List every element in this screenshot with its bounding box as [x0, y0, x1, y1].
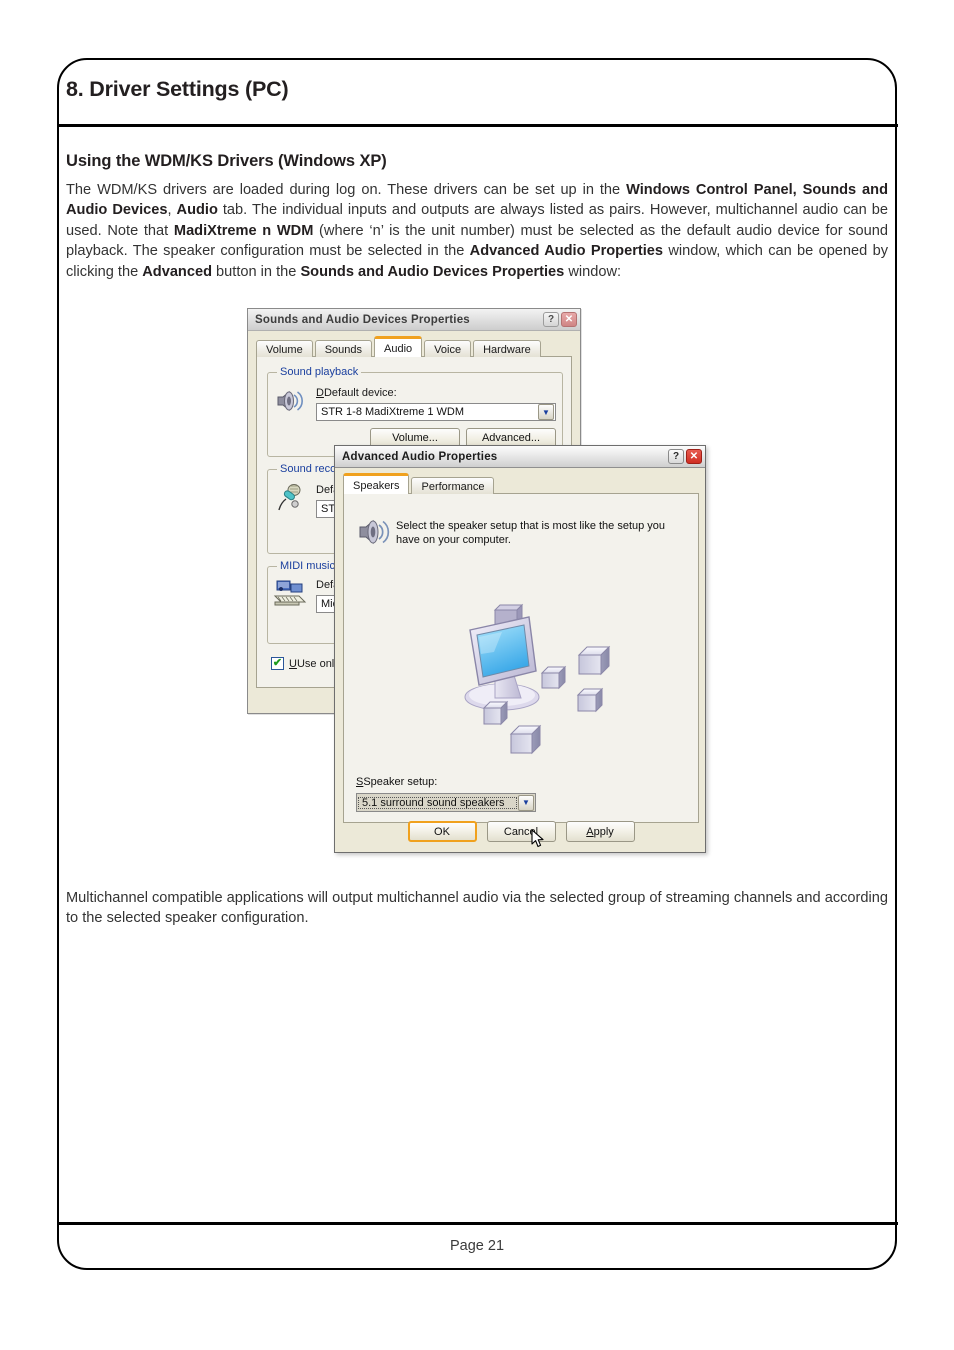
advanced-audio-properties-window[interactable]: Advanced Audio Properties ? ✕ Speakers P… [334, 445, 706, 853]
para-bold-6: Sounds and Audio Devices Properties [300, 263, 565, 280]
close-icon[interactable]: ✕ [561, 312, 577, 327]
dialog-footer-buttons: OK Cancel Apply [335, 821, 707, 842]
tab-speakers[interactable]: Speakers [343, 473, 410, 494]
default-playback-device-label: DDefault device: [316, 387, 397, 399]
content-area: Using the WDM/KS Drivers (Windows XP) Th… [66, 152, 888, 282]
apply-button[interactable]: Apply [565, 821, 635, 842]
para-bold-3: MadiXtreme n WDM [173, 222, 314, 239]
section-heading: Using the WDM/KS Drivers (Windows XP) [66, 152, 387, 170]
apply-button-label-rest: pply [593, 825, 614, 838]
default-playback-device-label-rest: Default device: [323, 387, 397, 399]
speaker-setup-combo[interactable]: 5.1 surround sound speakers ▼ [356, 793, 536, 812]
advanced-dialog-body: Speakers Performance Select the speaker … [343, 473, 699, 823]
dialog-title: Sounds and Audio Devices Properties [255, 313, 470, 326]
page-title: 8. Driver Settings (PC) [66, 77, 289, 101]
tab-audio[interactable]: Audio [374, 336, 423, 357]
midi-keyboard-icon [273, 580, 307, 606]
advanced-dialog-titlebar[interactable]: Advanced Audio Properties ? ✕ [335, 446, 705, 468]
speaker-setup-label-rest: Speaker setup: [363, 776, 438, 788]
para-bold-2: Audio [176, 202, 218, 219]
tab-voice[interactable]: Voice [424, 340, 472, 357]
speaker-layout-illustration [464, 603, 611, 755]
intro-paragraph: The WDM/KS drivers are loaded during log… [66, 180, 888, 282]
close-icon-advanced[interactable]: ✕ [686, 449, 702, 464]
chevron-down-icon[interactable]: ▼ [538, 404, 554, 420]
tab-volume[interactable]: Volume [256, 340, 313, 357]
para-bold-5: Advanced [142, 263, 212, 280]
mouse-cursor-icon [531, 829, 544, 848]
use-only-default-devices-checkbox[interactable]: ✔ [271, 657, 284, 670]
tab-sounds[interactable]: Sounds [314, 340, 373, 357]
advanced-dialog-title: Advanced Audio Properties [342, 450, 498, 463]
tab-strip: Volume Sounds Audio Voice Hardware [256, 336, 572, 357]
closing-paragraph: Multichannel compatible applications wil… [66, 890, 888, 927]
titlebar-buttons: ? ✕ [543, 312, 577, 327]
para-text-7: window: [564, 263, 622, 280]
sound-playback-group-title: Sound playback [277, 366, 362, 378]
speakers-tab-panel: Select the speaker setup that is most li… [343, 493, 699, 823]
microphone-icon [278, 484, 301, 511]
para-bold-4: Advanced Audio Properties [469, 243, 664, 260]
advanced-tab-strip: Speakers Performance [343, 473, 699, 494]
ok-button[interactable]: OK [407, 821, 477, 842]
para-text-6: button in the [212, 263, 301, 280]
para-text-1: The WDM/KS drivers are loaded during log… [66, 182, 627, 198]
speaker-icon-large [359, 519, 390, 545]
default-playback-device-combo[interactable]: STR 1-8 MadiXtreme 1 WDM ▼ [316, 403, 556, 421]
cancel-button[interactable]: Cancel [486, 821, 556, 842]
chevron-down-icon-speaker-setup[interactable]: ▼ [518, 794, 534, 811]
dialog-titlebar[interactable]: Sounds and Audio Devices Properties ? ✕ [248, 309, 580, 331]
tab-hardware[interactable]: Hardware [473, 340, 541, 357]
speaker-setup-value: 5.1 surround sound speakers [358, 796, 517, 809]
advanced-titlebar-buttons: ? ✕ [668, 449, 702, 464]
help-icon[interactable]: ? [543, 312, 559, 327]
default-playback-device-value: STR 1-8 MadiXtreme 1 WDM [321, 406, 465, 418]
header-divider [57, 124, 898, 127]
para-text-2: , [167, 202, 177, 219]
tab-performance[interactable]: Performance [411, 477, 495, 494]
speaker-setup-description: Select the speaker setup that is most li… [396, 520, 666, 546]
speaker-setup-label: SSpeaker setup: [356, 776, 438, 788]
footer-divider [57, 1222, 898, 1225]
page-number: Page 21 [449, 1238, 505, 1254]
help-icon-advanced[interactable]: ? [668, 449, 684, 464]
speaker-icon [277, 390, 303, 412]
